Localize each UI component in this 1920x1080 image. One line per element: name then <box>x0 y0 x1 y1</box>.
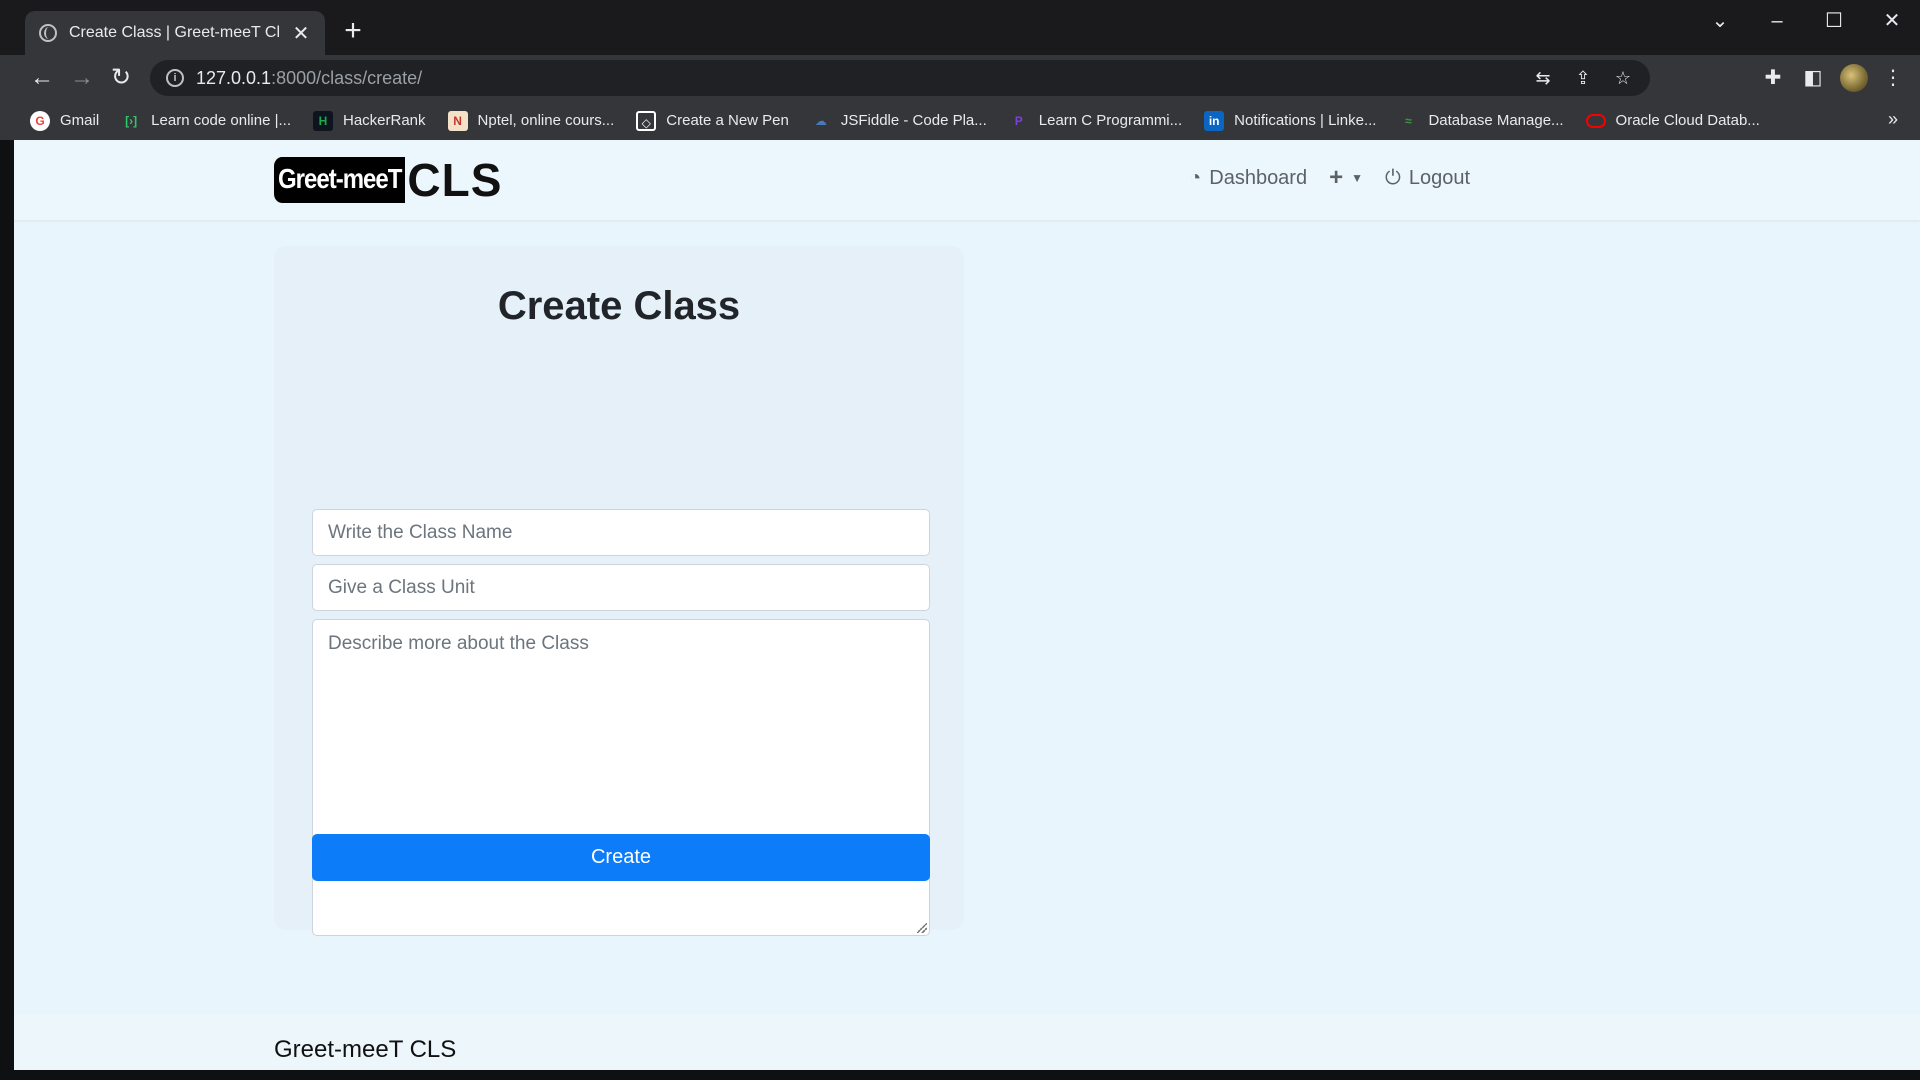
bookmark-programiz[interactable]: P Learn C Programmi... <box>1009 111 1182 131</box>
site-footer: Greet-meeT CLS <box>14 1014 1920 1070</box>
page-title: Create Class <box>497 284 741 328</box>
minimize-icon[interactable]: – <box>1757 6 1797 36</box>
bookmark-label: Gmail <box>60 112 100 129</box>
nptel-icon: N <box>447 110 468 131</box>
forward-icon[interactable]: → <box>67 63 97 93</box>
bookmark-codepen[interactable]: ◇ Create a New Pen <box>636 110 789 131</box>
menu-icon[interactable]: ⋮ <box>1880 65 1906 91</box>
bookmarks-bar: G Gmail [›] Learn code online |... H Hac… <box>0 101 1920 140</box>
close-tab-icon[interactable]: ✕ <box>291 21 311 46</box>
logo-text: CLS <box>407 154 503 206</box>
create-button[interactable]: Create <box>312 834 930 881</box>
site-navbar: Greet-meeT CLS ◔ Dashboard + ▼ ⏻ Logout <box>14 140 1920 220</box>
caret-down-icon: ▼ <box>1351 171 1363 185</box>
translate-icon[interactable]: ⇆ <box>1532 64 1554 92</box>
google-icon: G <box>30 110 50 131</box>
site-info-icon[interactable]: i <box>166 69 184 87</box>
back-icon[interactable]: ← <box>27 63 57 93</box>
browser-chrome: Create Class | Greet-meeT Classroom ✕ + … <box>0 0 1920 140</box>
tab-strip: Create Class | Greet-meeT Classroom ✕ + … <box>0 0 1920 55</box>
maximize-icon[interactable]: ☐ <box>1814 6 1854 36</box>
address-bar-actions: ⇆ ⇪ ☆ <box>1532 64 1634 92</box>
programiz-icon: P <box>1014 113 1023 128</box>
address-bar[interactable]: i 127.0.0.1 :8000/class/create/ ⇆ ⇪ ☆ <box>150 60 1650 96</box>
nav-logout-label: Logout <box>1408 166 1470 189</box>
power-icon: ⏻ <box>1385 166 1401 189</box>
jsfiddle-icon: ☁ <box>814 113 827 128</box>
bookmark-linkedin[interactable]: in Notifications | Linke... <box>1204 110 1377 131</box>
close-window-icon[interactable]: ✕ <box>1872 6 1912 36</box>
bookmark-jsfiddle[interactable]: ☁ JSFiddle - Code Pla... <box>811 111 987 131</box>
url-host: 127.0.0.1 <box>196 67 272 88</box>
bookmark-oracle[interactable]: Oracle Cloud Datab... <box>1585 112 1760 129</box>
plus-icon: + <box>1329 164 1344 191</box>
class-unit-input[interactable]: Give a Class Unit <box>312 564 930 611</box>
footer-brand: Greet-meeT CLS <box>274 1036 457 1063</box>
create-class-card: Create Class Write the Class Name Give a… <box>274 246 964 936</box>
browser-toolbar: ← → ↻ i 127.0.0.1 :8000/class/create/ ⇆ … <box>0 55 1920 101</box>
bookmark-learn-code[interactable]: [›] Learn code online |... <box>121 111 291 131</box>
bookmark-nptel[interactable]: N Nptel, online cours... <box>447 110 615 131</box>
class-name-input[interactable]: Write the Class Name <box>312 509 930 556</box>
nav-dashboard-label: Dashboard <box>1209 166 1308 189</box>
hackerrank-icon: H <box>313 110 333 131</box>
new-tab-button[interactable]: + <box>338 16 368 46</box>
bookmark-label: Nptel, online cours... <box>477 112 615 129</box>
bookmark-label: Notifications | Linke... <box>1234 112 1377 129</box>
bookmark-label: Oracle Cloud Datab... <box>1615 112 1760 129</box>
bookmark-label: Database Manage... <box>1428 112 1564 129</box>
speedometer-icon: ◔ <box>1189 166 1202 189</box>
site-logo[interactable]: Greet-meeT CLS <box>274 154 503 206</box>
bookmark-star-icon[interactable]: ☆ <box>1612 64 1634 92</box>
extensions-icon[interactable]: ✚ <box>1760 65 1786 91</box>
tab-search-icon[interactable]: ⌄ <box>1700 6 1740 36</box>
class-description-textarea[interactable]: Describe more about the Class <box>312 619 930 936</box>
bookmark-label: HackerRank <box>343 112 426 129</box>
nav-dashboard[interactable]: ◔ Dashboard <box>1189 167 1307 190</box>
database-icon: ≈ <box>1405 113 1412 128</box>
globe-icon <box>39 24 57 42</box>
codepen-icon: ◇ <box>636 110 657 131</box>
tab-title: Create Class | Greet-meeT Classroom <box>69 24 279 41</box>
nav-add-dropdown[interactable]: + ▼ <box>1329 164 1363 192</box>
bookmark-hackerrank[interactable]: H HackerRank <box>313 110 426 131</box>
textarea-placeholder: Describe more about the Class <box>328 633 589 654</box>
page-viewport: Greet-meeT CLS ◔ Dashboard + ▼ ⏻ Logout … <box>14 140 1920 1070</box>
bookmark-label: JSFiddle - Code Pla... <box>840 112 987 129</box>
bookmarks-overflow-icon[interactable]: » <box>1888 109 1898 130</box>
bookmark-database[interactable]: ≈ Database Manage... <box>1398 111 1563 131</box>
code-icon: [›] <box>125 113 138 128</box>
bookmark-label: Create a New Pen <box>666 112 789 129</box>
linkedin-icon: in <box>1204 110 1225 131</box>
nav-links: ◔ Dashboard + ▼ ⏻ Logout <box>1189 164 1470 192</box>
oracle-icon <box>1585 113 1606 128</box>
reload-icon[interactable]: ↻ <box>106 63 136 93</box>
nav-logout[interactable]: ⏻ Logout <box>1385 167 1470 190</box>
share-icon[interactable]: ⇪ <box>1572 64 1594 92</box>
url-path: :8000/class/create/ <box>271 67 423 88</box>
profile-avatar[interactable] <box>1840 64 1868 92</box>
logo-badge: Greet-meeT <box>274 157 406 203</box>
bookmark-gmail[interactable]: G Gmail <box>30 110 100 131</box>
browser-tab-active[interactable]: Create Class | Greet-meeT Classroom ✕ <box>25 11 325 55</box>
bookmark-label: Learn code online |... <box>151 112 291 129</box>
side-panel-icon[interactable]: ◧ <box>1800 65 1826 91</box>
bookmark-label: Learn C Programmi... <box>1038 112 1183 129</box>
resize-handle-icon[interactable] <box>917 923 927 933</box>
